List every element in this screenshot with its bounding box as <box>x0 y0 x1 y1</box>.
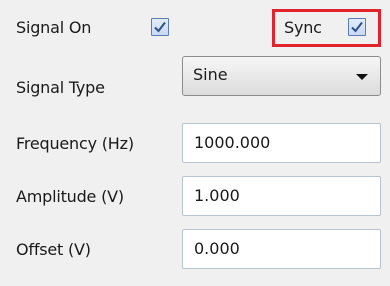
sync-checkbox[interactable] <box>348 18 366 36</box>
frequency-input[interactable]: 1000.000 <box>182 123 381 163</box>
dropdown-arrow-icon[interactable] <box>356 74 368 80</box>
checkmark-icon <box>351 21 363 33</box>
frequency-value: 1000.000 <box>194 133 271 152</box>
amplitude-input[interactable]: 1.000 <box>182 176 381 216</box>
amplitude-value: 1.000 <box>194 186 240 205</box>
offset-label: Offset (V) <box>16 240 91 259</box>
checkmark-icon <box>154 21 166 33</box>
offset-input[interactable]: 0.000 <box>182 229 381 269</box>
amplitude-label: Amplitude (V) <box>16 187 124 206</box>
sync-label: Sync <box>284 18 322 37</box>
offset-value: 0.000 <box>194 239 240 258</box>
signal-type-selected-value: Sine <box>193 65 228 84</box>
signal-type-dropdown[interactable]: Sine <box>182 56 381 96</box>
signal-on-checkbox[interactable] <box>151 18 169 36</box>
frequency-label: Frequency (Hz) <box>16 134 134 153</box>
signal-on-label: Signal On <box>16 18 92 37</box>
signal-type-label: Signal Type <box>16 78 105 97</box>
